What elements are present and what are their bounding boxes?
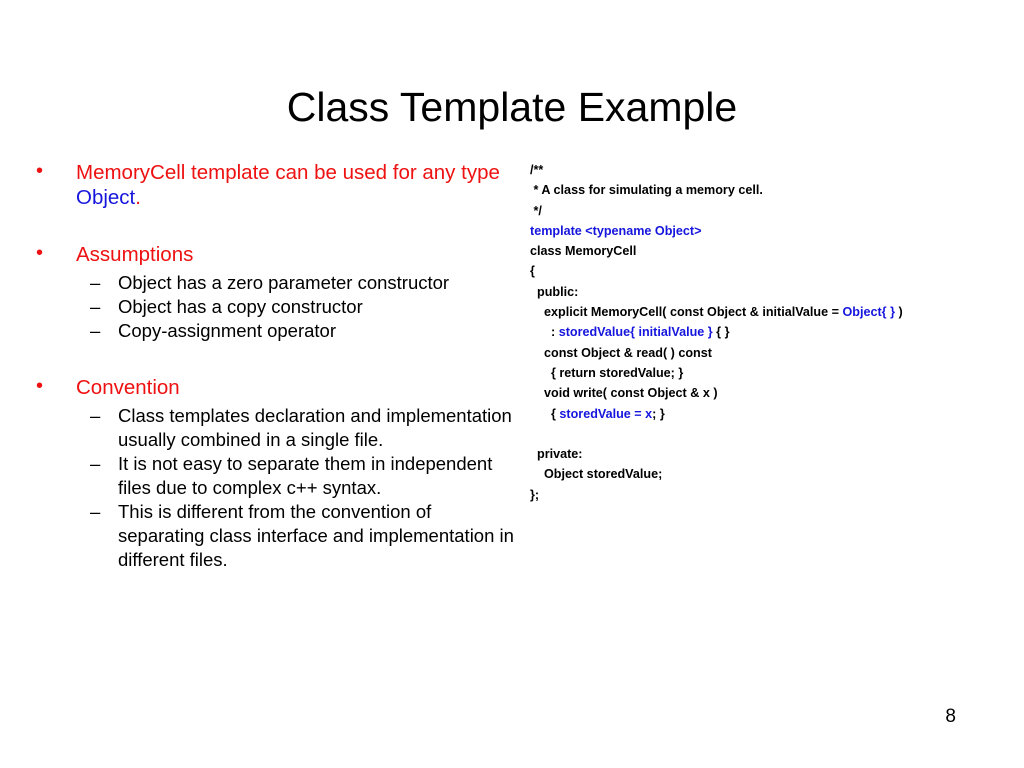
bullet-text-run: Object [76,186,136,209]
code-token: void write( const Object & x ) [530,386,718,401]
code-token: Object storedValue; [530,467,663,482]
code-token: { [530,264,535,279]
bullet-dash-icon: – [90,272,101,293]
code-token: */ [530,203,542,218]
bullet-level1-label: MemoryCell template can be used for any … [76,161,500,209]
bullet-text-run: Assumptions [76,243,194,266]
code-line: private: [530,444,1000,464]
bullet-level2: – Object has a zero parameter constructor [28,271,516,295]
code-token: ) [894,305,903,320]
code-line: Object storedValue; [530,464,1000,484]
code-token: ; } [652,406,665,421]
code-block: /** * A class for simulating a memory ce… [530,160,1000,505]
code-line: { return storedValue; } [530,363,1000,383]
bullet-level2-label: It is not easy to separate them in indep… [118,453,493,498]
bullet-dash-icon: – [90,296,101,317]
bullet-level1-label: Convention [76,376,180,399]
code-token: template <typename Object> [530,223,702,238]
code-token: public: [530,284,579,299]
code-token: storedValue = x [559,406,653,421]
code-token: /** [530,163,544,177]
page-title: Class Template Example [286,84,738,131]
code-line: void write( const Object & x ) [530,383,1000,403]
code-line: { [530,261,1000,281]
code-token: Object{ } [842,305,895,320]
bullet-level1: • MemoryCell template can be used for any… [28,160,516,210]
code-token: : [530,325,559,340]
bullet-dot-icon: • [36,375,44,397]
bullet-level2: – Copy-assignment operator [28,319,516,343]
code-token: * A class for simulating a memory cell. [530,183,763,198]
bullet-level1-label: Assumptions [76,243,193,266]
bullet-list: • MemoryCell template can be used for any… [28,160,516,572]
bullet-level2: – Class templates declaration and impleme… [28,404,516,452]
bullet-text-run: MemoryCell template can be used for any … [76,161,500,184]
bullet-dash-icon: – [90,453,101,474]
bullet-group-spacer [28,343,516,375]
code-line: : storedValue{ initialValue } { } [530,322,1000,342]
code-line: template <typename Object> [530,221,1000,241]
bullet-level2-label: Object has a copy constructor [118,296,363,317]
bullet-dot-icon: • [36,160,44,182]
code-token: class MemoryCell [530,244,637,259]
bullet-dot-icon: • [36,242,44,264]
code-token: { [530,406,560,421]
bullet-level1: • Convention [28,375,516,400]
bullet-text-run: Convention [76,376,180,399]
code-line: * A class for simulating a memory cell. [530,180,1000,200]
bullet-level2: – This is different from the convention o… [28,500,516,572]
bullet-dash-icon: – [90,501,101,522]
bullet-dash-icon: – [90,320,101,341]
bullet-level2-label: Class templates declaration and implemen… [118,405,512,450]
code-token: explicit MemoryCell( const Object & init… [530,305,843,320]
code-token: { } [712,325,730,340]
code-line: { storedValue = x; } [530,404,1000,424]
code-line: explicit MemoryCell( const Object & init… [530,302,1000,322]
code-token: const Object & read( ) const [530,345,712,360]
bullet-level2-label: Copy-assignment operator [118,320,336,341]
code-line: /** [530,160,1000,180]
code-line: const Object & read( ) const [530,343,1000,363]
code-token: private: [530,447,583,462]
code-line: public: [530,282,1000,302]
code-line: */ [530,201,1000,221]
bullet-level2: – Object has a copy constructor [28,295,516,319]
code-token: { return storedValue; } [530,365,684,380]
bullet-group-spacer [28,210,516,242]
bullet-level1: • Assumptions [28,242,516,267]
bullet-level2-label: Object has a zero parameter constructor [118,272,450,293]
code-token: }; [530,487,540,502]
code-token: storedValue{ initialValue } [558,325,713,340]
bullet-level2: – It is not easy to separate them in inde… [28,452,516,500]
bullet-level2-label: This is different from the convention of… [118,501,514,570]
bullet-dash-icon: – [90,405,101,426]
code-line: class MemoryCell [530,241,1000,261]
bullet-text-run: . [135,186,141,209]
page-number: 8 [945,706,956,727]
code-line: }; [530,485,1000,505]
